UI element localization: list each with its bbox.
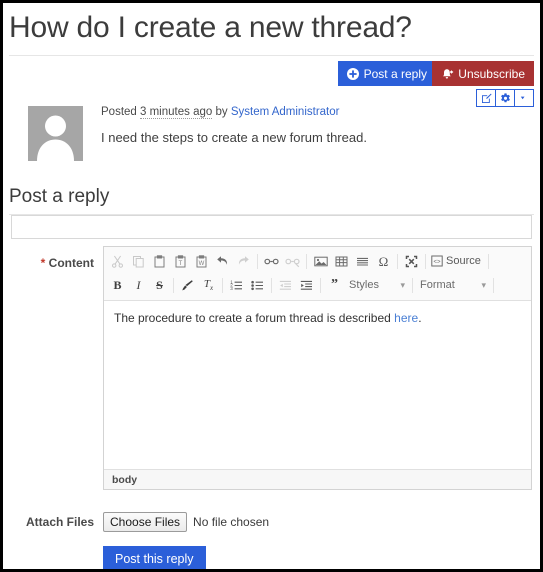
paste-word-icon[interactable]: W bbox=[191, 251, 212, 272]
maximize-icon[interactable] bbox=[401, 251, 422, 272]
chevron-down-icon: ▾ bbox=[400, 279, 405, 290]
content-field-label: * Content bbox=[11, 246, 103, 270]
numbered-list-icon[interactable]: 123 bbox=[226, 275, 247, 296]
source-button[interactable]: <> Source bbox=[429, 251, 485, 272]
editor-text-after: . bbox=[418, 311, 422, 325]
toolbar-separator bbox=[173, 277, 174, 293]
link-icon[interactable] bbox=[261, 251, 282, 272]
relative-time[interactable]: 3 minutes ago bbox=[140, 106, 213, 119]
toolbar-separator bbox=[271, 277, 272, 293]
attach-files-label: Attach Files bbox=[25, 515, 94, 529]
styles-dropdown[interactable]: Styles ▾ bbox=[345, 275, 409, 296]
copy-formatting-icon[interactable] bbox=[177, 275, 198, 296]
browser-page-frame: How do I create a new thread? Post a rep… bbox=[0, 0, 543, 572]
gear-icon bbox=[500, 92, 511, 104]
cut-icon[interactable] bbox=[107, 251, 128, 272]
styles-label: Styles bbox=[349, 279, 379, 291]
bell-slash-icon bbox=[441, 68, 454, 80]
reply-section-title: Post a reply bbox=[9, 186, 110, 207]
format-dropdown[interactable]: Format ▾ bbox=[416, 275, 490, 296]
post-body: I need the steps to create a new forum t… bbox=[101, 130, 367, 145]
submit-row: Post this reply bbox=[11, 546, 532, 569]
post-a-reply-label: Post a reply bbox=[363, 66, 427, 81]
attach-files-row: Attach Files Choose Files No file chosen bbox=[11, 512, 532, 532]
table-icon[interactable] bbox=[331, 251, 352, 272]
paste-text-icon[interactable]: T bbox=[170, 251, 191, 272]
avatar bbox=[28, 106, 83, 161]
toolbar-separator bbox=[306, 253, 307, 269]
toolbar-separator bbox=[425, 253, 426, 269]
content-label-text: Content bbox=[48, 256, 94, 270]
post-meta: Posted 3 minutes ago by System Administr… bbox=[101, 104, 534, 120]
editor-content-area[interactable]: The procedure to create a forum thread i… bbox=[104, 301, 531, 469]
editor-text-before: The procedure to create a forum thread i… bbox=[114, 311, 395, 325]
toolbar-separator bbox=[222, 277, 223, 293]
page-content: How do I create a new thread? Post a rep… bbox=[3, 3, 540, 569]
bulleted-list-icon[interactable] bbox=[247, 275, 268, 296]
thread-actions-row: Post a reply Unsubscribe bbox=[3, 56, 540, 107]
edit-icon bbox=[481, 93, 492, 104]
svg-text:3: 3 bbox=[230, 286, 233, 291]
required-indicator: * bbox=[40, 256, 46, 270]
element-path-body[interactable]: body bbox=[112, 474, 137, 486]
rich-text-editor: T W Ω <> Source B I S Tx 1 2 3 ” Styles … bbox=[103, 246, 532, 490]
toolbar-separator bbox=[257, 253, 258, 269]
svg-text:W: W bbox=[199, 261, 205, 267]
chevron-down-icon: ▾ bbox=[481, 279, 486, 290]
post-author-link[interactable]: System Administrator bbox=[231, 106, 340, 118]
paste-icon[interactable] bbox=[149, 251, 170, 272]
strikethrough-icon[interactable]: S bbox=[149, 275, 170, 296]
editor-toolbar: T W Ω <> Source B I S Tx 1 2 3 ” Styles … bbox=[104, 247, 531, 301]
post-a-reply-button[interactable]: Post a reply bbox=[337, 61, 436, 86]
reply-form: * Content T W Ω <> Source B I S Tx 1 2 3… bbox=[3, 215, 540, 569]
svg-text:T: T bbox=[179, 261, 183, 267]
original-post: Posted 3 minutes ago by System Administr… bbox=[3, 104, 540, 176]
editor-toolbar-row-1: T W Ω <> Source bbox=[107, 249, 528, 273]
source-label: Source bbox=[446, 255, 481, 267]
remove-format-icon[interactable]: Tx bbox=[198, 275, 219, 296]
toolbar-separator bbox=[397, 253, 398, 269]
by-label: by bbox=[215, 106, 228, 118]
undo-icon[interactable] bbox=[212, 251, 233, 272]
horizontal-rule-icon[interactable] bbox=[352, 251, 373, 272]
toolbar-separator bbox=[412, 277, 413, 293]
toolbar-separator bbox=[320, 277, 321, 293]
submit-spacer bbox=[11, 546, 103, 569]
image-icon[interactable] bbox=[310, 251, 331, 272]
copy-icon[interactable] bbox=[128, 251, 149, 272]
editor-element-path: body bbox=[104, 469, 531, 489]
italic-icon[interactable]: I bbox=[128, 275, 149, 296]
bold-icon[interactable]: B bbox=[107, 275, 128, 296]
posted-prefix: Posted bbox=[101, 106, 137, 118]
decrease-indent-icon[interactable] bbox=[275, 275, 296, 296]
editor-toolbar-row-2: B I S Tx 1 2 3 ” Styles ▾ Format ▾ bbox=[107, 273, 528, 297]
svg-text:<>: <> bbox=[433, 259, 441, 265]
unsubscribe-button[interactable]: Unsubscribe bbox=[432, 61, 534, 86]
toolbar-separator bbox=[493, 277, 494, 293]
chevron-down-icon bbox=[520, 95, 529, 101]
no-file-chosen-text: No file chosen bbox=[193, 515, 270, 529]
redo-icon[interactable] bbox=[233, 251, 254, 272]
special-character-icon[interactable]: Ω bbox=[373, 251, 394, 272]
plus-circle-icon bbox=[346, 67, 359, 80]
page-title: How do I create a new thread? bbox=[9, 11, 412, 44]
toolbar-separator bbox=[487, 253, 489, 269]
unlink-icon[interactable] bbox=[282, 251, 303, 272]
post-this-reply-button[interactable]: Post this reply bbox=[103, 546, 206, 569]
file-input-control: Choose Files No file chosen bbox=[103, 512, 269, 532]
choose-files-button[interactable]: Choose Files bbox=[103, 512, 188, 532]
content-field-row: * Content T W Ω <> Source B I S Tx 1 2 3… bbox=[11, 246, 532, 490]
editor-inline-link[interactable]: here bbox=[394, 311, 418, 325]
unsubscribe-label: Unsubscribe bbox=[458, 66, 525, 81]
increase-indent-icon[interactable] bbox=[296, 275, 317, 296]
blockquote-icon[interactable]: ” bbox=[324, 275, 345, 296]
format-label: Format bbox=[420, 279, 455, 291]
subject-input[interactable] bbox=[11, 215, 532, 239]
